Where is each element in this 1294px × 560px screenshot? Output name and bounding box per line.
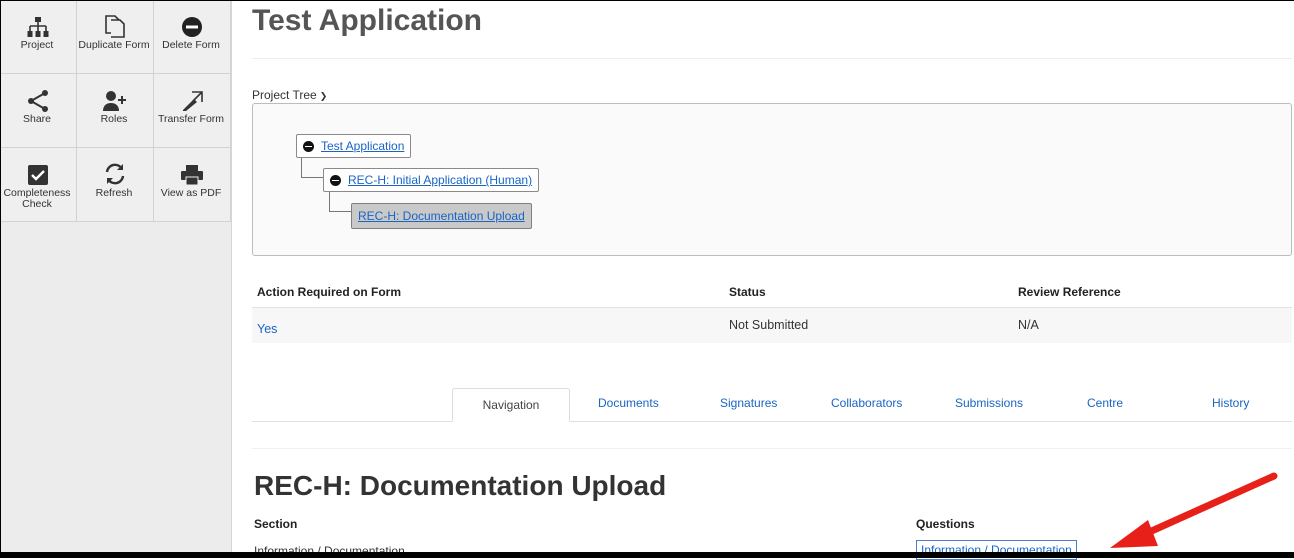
tab-signatures[interactable]: Signatures [720, 396, 777, 410]
tool-label: Delete Form [162, 39, 220, 51]
project-tree-label: Project Tree [252, 88, 317, 102]
section-header: Section [254, 517, 298, 531]
transfer-icon [180, 90, 204, 112]
column-header: Action Required on Form [257, 285, 401, 299]
delete-form-button[interactable]: Delete Form [154, 0, 231, 74]
project-button[interactable]: Project [0, 0, 77, 74]
review-reference-value: N/A [1018, 318, 1039, 332]
divider [252, 58, 1292, 59]
duplicate-form-button[interactable]: Duplicate Form [77, 0, 154, 74]
delete-icon [181, 16, 203, 38]
status-value: Not Submitted [729, 318, 809, 332]
tab-centre[interactable]: Centre [1087, 396, 1123, 410]
chevron-down-icon: ❯ [319, 91, 328, 101]
tool-label: Duplicate Form [78, 39, 150, 51]
collapse-icon[interactable] [330, 174, 341, 186]
completeness-check-button[interactable]: Completeness Check [0, 148, 77, 222]
project-tree: Test Application REC-H: Initial Applicat… [252, 103, 1292, 256]
page-title: Test Application [252, 4, 483, 37]
action-required-link[interactable]: Yes [257, 322, 277, 336]
share-icon [27, 90, 49, 112]
tab-navigation[interactable]: Navigation [452, 388, 570, 422]
tool-label: View as PDF [160, 187, 222, 199]
project-tree-toggle[interactable]: Project Tree ❯ [252, 88, 327, 102]
form-title: REC-H: Documentation Upload [254, 470, 667, 501]
share-button[interactable]: Share [0, 74, 77, 148]
transfer-form-button[interactable]: Transfer Form [154, 74, 231, 148]
tool-label: Share [22, 113, 52, 125]
tree-node-link[interactable]: REC-H: Initial Application (Human) [348, 173, 532, 187]
tree-node-link[interactable]: REC-H: Documentation Upload [358, 209, 525, 223]
tree-connector [301, 158, 323, 178]
tree-node-link[interactable]: Test Application [321, 139, 404, 153]
tab-submissions[interactable]: Submissions [955, 396, 1023, 410]
printer-icon [180, 164, 204, 186]
tab-history[interactable]: History [1212, 396, 1249, 410]
questions-header: Questions [916, 517, 975, 531]
section-value: Information / Documentation [254, 544, 405, 558]
tab-documents[interactable]: Documents [598, 396, 659, 410]
view-as-pdf-button[interactable]: View as PDF [154, 148, 231, 222]
toolbar: Project Duplicate Form Delete Form Share… [0, 0, 232, 558]
question-link[interactable]: Information / Documentation [916, 540, 1077, 560]
add-user-icon [103, 90, 127, 112]
divider [252, 448, 1292, 449]
column-header: Status [729, 285, 766, 299]
tabs-divider [252, 421, 1292, 422]
refresh-icon [103, 162, 127, 186]
duplicate-icon [104, 14, 126, 38]
refresh-button[interactable]: Refresh [77, 148, 154, 222]
tree-node-documentation-upload: REC-H: Documentation Upload [351, 203, 532, 229]
tool-label: Project [20, 39, 54, 51]
column-header: Review Reference [1018, 285, 1121, 299]
tab-collaborators[interactable]: Collaborators [831, 396, 902, 410]
annotation-arrow-icon [1110, 472, 1278, 548]
tool-label: Refresh [95, 187, 133, 199]
project-tree-icon [27, 16, 49, 38]
checkbox-icon [27, 164, 49, 186]
tree-node-test-application: Test Application [296, 134, 412, 158]
tool-label: Completeness Check [3, 187, 71, 210]
tool-label: Roles [100, 113, 128, 125]
tree-node-initial-application: REC-H: Initial Application (Human) [323, 168, 540, 192]
tool-label: Transfer Form [157, 113, 225, 125]
tree-connector [329, 192, 351, 212]
roles-button[interactable]: Roles [77, 74, 154, 148]
collapse-icon[interactable] [303, 140, 314, 152]
